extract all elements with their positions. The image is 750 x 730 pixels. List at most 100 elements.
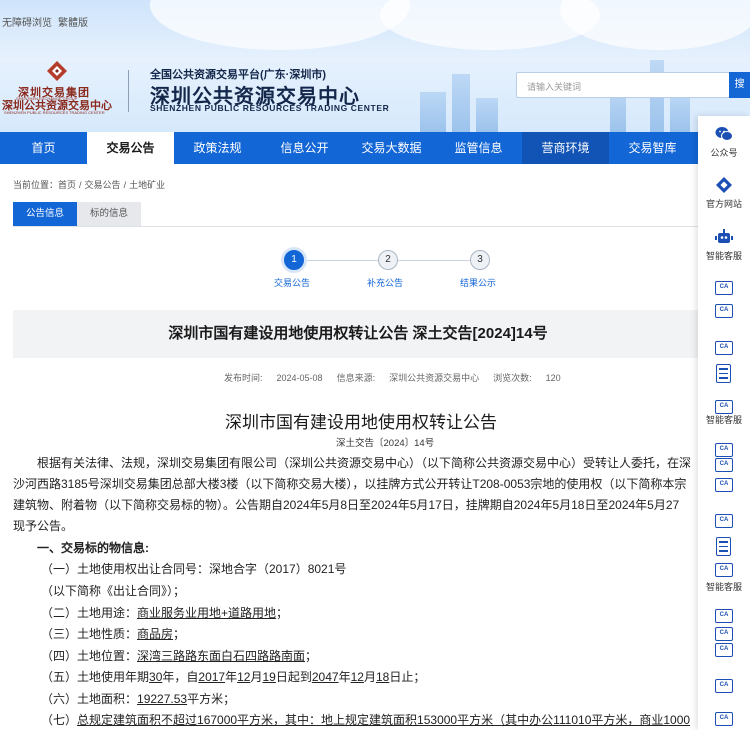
views-label: 浏览次数: bbox=[493, 373, 532, 383]
official-site-button[interactable]: 官方网站 bbox=[698, 177, 750, 210]
term-text: 日止； bbox=[389, 670, 426, 684]
term-end-year: 2047 bbox=[311, 670, 339, 684]
breadcrumb-sep: / bbox=[79, 180, 82, 190]
building-decoration bbox=[452, 74, 470, 132]
right-float-bar: 公众号 官方网站 智能客服 CA CA CA CA 智能客服 CA CA CA … bbox=[698, 116, 750, 730]
main-nav: 首页 交易公告 政策法规 信息公开 交易大数据 监管信息 营商环境 交易智库 bbox=[0, 132, 750, 164]
term-text: （五）土地使用年期 bbox=[41, 670, 150, 684]
building-decoration bbox=[420, 92, 446, 132]
ca-icon[interactable]: CA bbox=[715, 400, 733, 414]
views-count: 120 bbox=[545, 373, 561, 383]
term-text: 日起到 bbox=[275, 670, 312, 684]
step-connector bbox=[398, 260, 470, 261]
document-icon[interactable] bbox=[716, 364, 731, 383]
ca-icon[interactable]: CA bbox=[715, 679, 733, 693]
item-contract: （一）土地使用权出让合同号：深地合字（2017）8021号 bbox=[41, 562, 347, 576]
nav-think-tank[interactable]: 交易智库 bbox=[609, 132, 696, 164]
source-label: 信息来源: bbox=[336, 373, 376, 383]
land-nature-value: 商品房 bbox=[137, 627, 174, 641]
ca-icon[interactable]: CA bbox=[715, 458, 733, 472]
ca-icon[interactable]: CA bbox=[715, 514, 733, 528]
breadcrumb: 当前位置：首页 / 交易公告 / 土地矿业 bbox=[13, 178, 165, 191]
step-2-label[interactable]: 补充公告 bbox=[355, 276, 415, 289]
land-use-value: 商业服务业用地+道路用地 bbox=[137, 606, 277, 620]
ca-icon[interactable]: CA bbox=[715, 478, 733, 492]
item-location: （四）土地位置：深湾三路路东面白石四路路南面； bbox=[41, 647, 317, 664]
publish-date: 2024-05-08 bbox=[276, 373, 323, 383]
cloud-decoration bbox=[560, 0, 750, 50]
wechat-button[interactable]: 公众号 bbox=[698, 126, 750, 159]
ca-icon[interactable]: CA bbox=[715, 712, 733, 726]
breadcrumb-home[interactable]: 首页 bbox=[58, 180, 76, 190]
location-value: 深湾三路路东面白石四路路南面 bbox=[137, 649, 306, 663]
ca-icon[interactable]: CA bbox=[715, 627, 733, 641]
nav-big-data[interactable]: 交易大数据 bbox=[348, 132, 435, 164]
land-use-end: ； bbox=[276, 606, 289, 620]
publish-label: 发布时间: bbox=[224, 373, 263, 383]
accessibility-link[interactable]: 无障碍浏览 bbox=[2, 18, 52, 29]
intro-line-4: 现予公告。 bbox=[13, 519, 74, 533]
wechat-label: 公众号 bbox=[710, 148, 738, 158]
source-value: 深圳公共资源交易中心 bbox=[389, 373, 480, 383]
ca-icon[interactable]: CA bbox=[715, 643, 733, 657]
area-label: （六）土地面积： bbox=[41, 692, 138, 706]
robot-icon bbox=[715, 229, 733, 243]
article-meta: 发布时间: 2024-05-08 信息来源: 深圳公共资源交易中心 浏览次数: 120 bbox=[224, 371, 575, 384]
land-use-label: （二）土地用途： bbox=[41, 606, 138, 620]
nav-info-disclosure[interactable]: 信息公开 bbox=[261, 132, 348, 164]
step-3-circle[interactable]: 3 bbox=[470, 250, 490, 270]
breadcrumb-trade[interactable]: 交易公告 bbox=[85, 180, 121, 190]
official-site-icon bbox=[716, 177, 732, 193]
location-label: （四）土地位置： bbox=[41, 649, 138, 663]
logo-divider bbox=[128, 70, 129, 112]
document-number: 深土交告〔2024〕14号 bbox=[336, 438, 435, 449]
search-input[interactable]: 请输入关键词 bbox=[516, 72, 730, 98]
step-connector bbox=[304, 260, 378, 261]
building-area-label: （七） bbox=[41, 713, 78, 727]
item-land-use: （二）土地用途：商业服务业用地+道路用地； bbox=[41, 604, 288, 621]
term-text: 年 bbox=[338, 670, 351, 684]
term-end-day: 18 bbox=[375, 670, 390, 684]
area-value: 19227.53 bbox=[137, 692, 188, 706]
step-1-label[interactable]: 交易公告 bbox=[262, 276, 322, 289]
nav-trade-announcements[interactable]: 交易公告 bbox=[87, 132, 174, 164]
section-heading: 一、交易标的物信息: bbox=[37, 541, 149, 555]
ca-icon[interactable]: CA bbox=[715, 304, 733, 318]
land-nature-end: ； bbox=[173, 627, 186, 641]
intro-line-3: 建筑物、附着物（以下简称交易标的物）。公告期自2024年5月8日至2024年5月… bbox=[13, 498, 680, 512]
intro-line-2: 沙河西路3185号深圳交易集团总部大楼3楼（以下简称交易大楼），以挂牌方式公开转… bbox=[13, 477, 687, 491]
site-title-en: SHENZHEN PUBLIC RESOURCES TRADING CENTER bbox=[150, 103, 390, 113]
ca-icon[interactable]: CA bbox=[715, 281, 733, 295]
sub-tabs: 公告信息 标的信息 bbox=[13, 202, 142, 226]
nav-home[interactable]: 首页 bbox=[0, 132, 87, 164]
term-years: 30 bbox=[149, 670, 163, 684]
document-icon[interactable] bbox=[716, 537, 731, 556]
cloud-decoration bbox=[150, 0, 410, 50]
item-building-area: （七）总规定建筑面积不超过167000平方米，其中：地上规定建筑面积153000… bbox=[41, 711, 690, 728]
tab-announcement-info[interactable]: 公告信息 bbox=[13, 202, 78, 226]
header-banner: 无障碍浏览 繁體版 深圳交易集团 SHENZHEN EXCHANGE GROUP … bbox=[0, 0, 750, 132]
land-nature-label: （三）土地性质： bbox=[41, 627, 138, 641]
building-decoration bbox=[670, 94, 690, 132]
term-start-day: 19 bbox=[262, 670, 276, 684]
ca-icon[interactable]: CA bbox=[715, 609, 733, 623]
robot-service-button[interactable]: 智能客服 bbox=[698, 229, 750, 262]
step-1-circle[interactable]: 1 bbox=[284, 250, 304, 270]
search-button[interactable]: 搜 bbox=[729, 72, 750, 98]
wechat-icon bbox=[715, 127, 733, 141]
term-start-year: 2017 bbox=[198, 670, 226, 684]
step-2-circle[interactable]: 2 bbox=[378, 250, 398, 270]
ca-icon[interactable]: CA bbox=[715, 443, 733, 457]
term-text: 年 bbox=[225, 670, 238, 684]
step-3-label[interactable]: 结果公示 bbox=[448, 276, 508, 289]
nav-policies[interactable]: 政策法规 bbox=[174, 132, 261, 164]
nav-business-environment[interactable]: 营商环境 bbox=[522, 132, 609, 164]
item-term: （五）土地使用年期30年，自2017年12月19日起到2047年12月18日止； bbox=[41, 668, 425, 685]
traditional-chinese-link[interactable]: 繁體版 bbox=[58, 18, 88, 29]
ca-icon[interactable]: CA bbox=[715, 563, 733, 577]
nav-supervision[interactable]: 监管信息 bbox=[435, 132, 522, 164]
breadcrumb-prefix: 当前位置： bbox=[13, 180, 59, 190]
breadcrumb-land[interactable]: 土地矿业 bbox=[129, 180, 165, 190]
ca-icon[interactable]: CA bbox=[715, 341, 733, 355]
tab-target-info[interactable]: 标的信息 bbox=[77, 202, 142, 226]
